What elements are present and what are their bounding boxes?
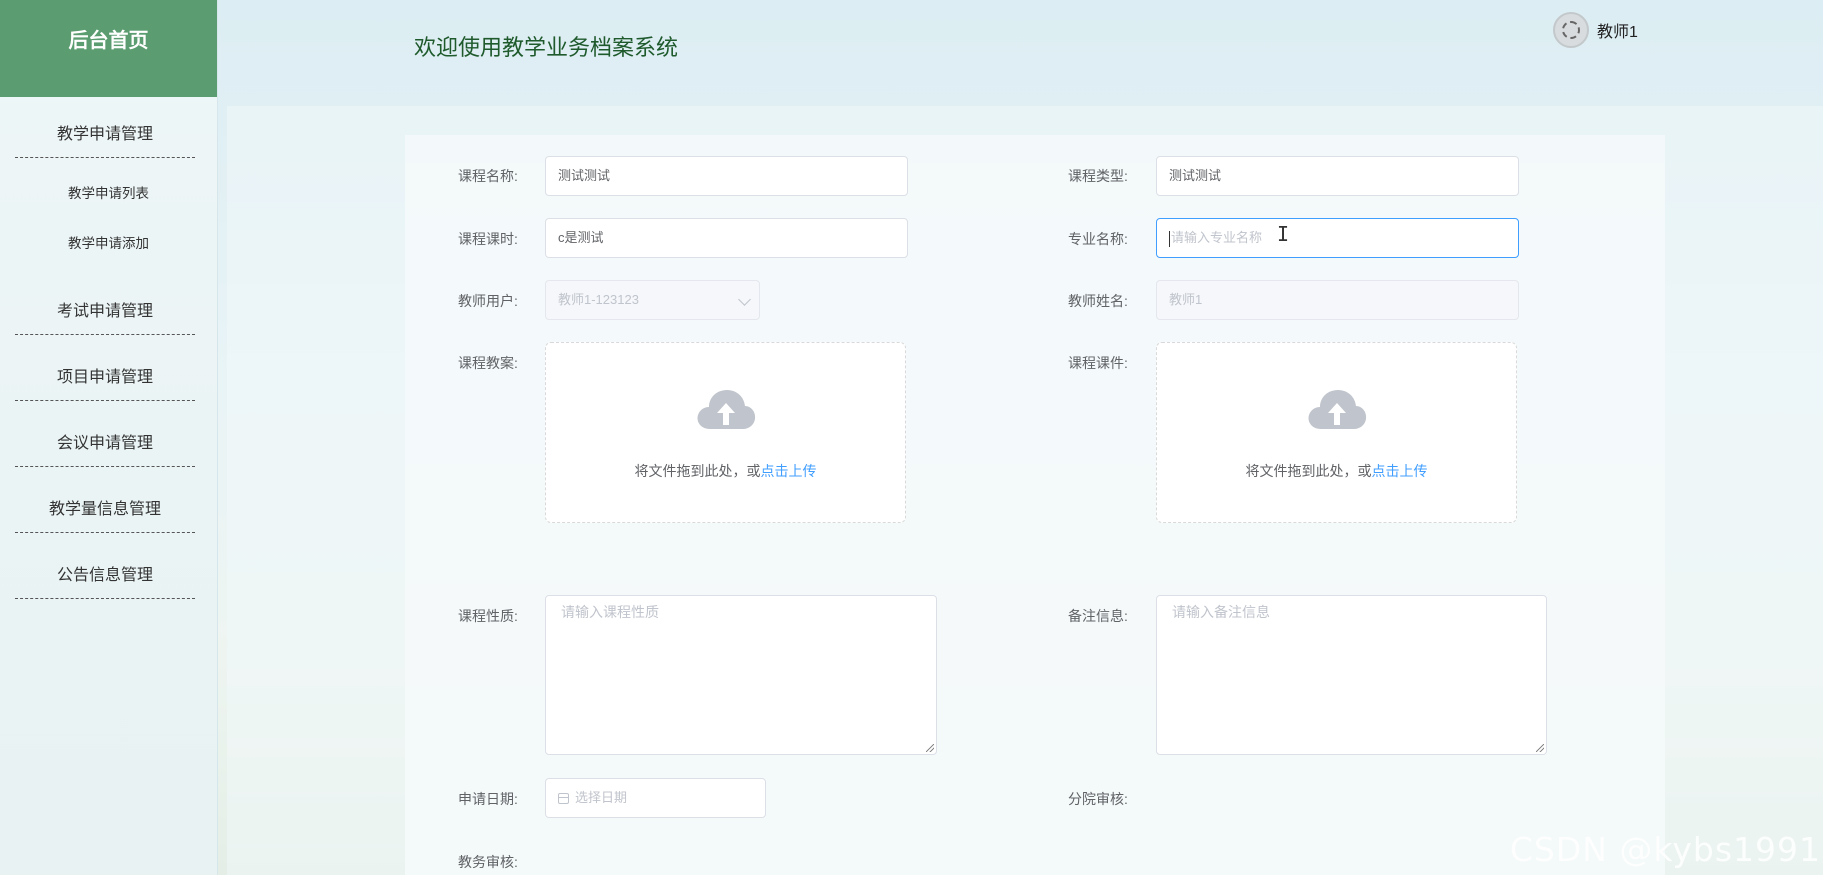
upload-hint-text: 将文件拖到此处，或	[1245, 463, 1372, 479]
teacher-user-select[interactable]: 教师1-123123	[545, 280, 760, 320]
course-hours-label: 课程课时:	[458, 231, 518, 247]
menu-group-teaching: 教学申请管理 教学申请列表 教学申请添加	[0, 113, 217, 269]
upload-cloud-icon	[1308, 390, 1367, 429]
remarks-placeholder: 请输入备注信息	[1172, 604, 1270, 620]
menu-exam-apply[interactable]: 考试申请管理	[15, 290, 195, 335]
menu-project-apply[interactable]: 项目申请管理	[15, 356, 195, 401]
upload-hint: 将文件拖到此处，或点击上传	[1157, 461, 1516, 481]
user-info[interactable]: 教师1	[1553, 12, 1638, 48]
menu-workload-info[interactable]: 教学量信息管理	[15, 488, 195, 533]
menu-group-meeting: 会议申请管理	[0, 422, 217, 467]
upload-hint: 将文件拖到此处，或点击上传	[546, 461, 905, 481]
apply-date-placeholder: 选择日期	[575, 790, 628, 805]
upload-hint-text: 将文件拖到此处，或	[634, 463, 761, 479]
course-nature-placeholder: 请输入课程性质	[561, 604, 659, 620]
major-name-placeholder: 请输入专业名称	[1171, 230, 1263, 245]
apply-date-picker[interactable]: 选择日期	[545, 778, 766, 818]
sidebar-brand-home[interactable]: 后台首页	[0, 0, 217, 97]
avatar[interactable]	[1553, 12, 1589, 48]
sidebar: 后台首页 教学申请管理 教学申请列表 教学申请添加 考试申请管理 项目申请管理 …	[0, 0, 218, 875]
menu-teaching-apply[interactable]: 教学申请管理	[15, 113, 195, 158]
remarks-label: 备注信息:	[1068, 608, 1128, 624]
major-name-input[interactable]: 请输入专业名称	[1156, 218, 1519, 258]
course-nature-label: 课程性质:	[458, 608, 518, 624]
menu-meeting-apply[interactable]: 会议申请管理	[15, 422, 195, 467]
upload-click-link[interactable]: 点击上传	[1372, 463, 1428, 479]
lesson-plan-upload[interactable]: 将文件拖到此处，或点击上传	[545, 342, 906, 523]
teacher-name-label: 教师姓名:	[1068, 293, 1128, 309]
remarks-textarea[interactable]: 请输入备注信息	[1156, 595, 1547, 755]
course-nature-textarea[interactable]: 请输入课程性质	[545, 595, 937, 755]
teacher-name-input: 教师1	[1156, 280, 1519, 320]
course-type-input[interactable]: 测试测试	[1156, 156, 1519, 196]
menu-group-workload: 教学量信息管理	[0, 488, 217, 533]
calendar-icon	[558, 793, 569, 805]
chevron-down-icon	[738, 293, 751, 306]
menu-teaching-apply-add[interactable]: 教学申请添加	[0, 219, 217, 269]
resize-handle-icon[interactable]	[1536, 744, 1544, 752]
teacher-user-value: 教师1-123123	[558, 292, 639, 307]
course-name-input[interactable]: 测试测试	[545, 156, 908, 196]
welcome-title: 欢迎使用教学业务档案系统	[414, 35, 679, 60]
menu-group-project: 项目申请管理	[0, 356, 217, 401]
resize-handle-icon[interactable]	[926, 744, 934, 752]
menu-group-exam: 考试申请管理	[0, 290, 217, 335]
text-caret	[1169, 230, 1170, 247]
ibeam-cursor-icon: I	[1277, 222, 1290, 246]
course-hours-input[interactable]: c是测试	[545, 218, 908, 258]
upload-click-link[interactable]: 点击上传	[761, 463, 817, 479]
username: 教师1	[1597, 24, 1638, 41]
courseware-upload[interactable]: 将文件拖到此处，或点击上传	[1156, 342, 1517, 523]
courseware-label: 课程课件:	[1068, 355, 1128, 371]
course-name-label: 课程名称:	[458, 168, 518, 184]
academic-review-label: 教务审核:	[458, 854, 518, 870]
course-type-label: 课程类型:	[1068, 168, 1128, 184]
menu-group-notice: 公告信息管理	[0, 554, 217, 599]
major-name-label: 专业名称:	[1068, 231, 1128, 247]
menu-teaching-apply-list[interactable]: 教学申请列表	[0, 169, 217, 219]
watermark: CSDN @kybs1991	[1509, 830, 1821, 869]
lesson-plan-label: 课程教案:	[458, 355, 518, 371]
teacher-user-label: 教师用户:	[458, 293, 518, 309]
apply-date-label: 申请日期:	[458, 791, 518, 807]
upload-cloud-icon	[697, 390, 756, 429]
menu-notice-info[interactable]: 公告信息管理	[15, 554, 195, 599]
branch-review-label: 分院审核:	[1068, 791, 1128, 807]
